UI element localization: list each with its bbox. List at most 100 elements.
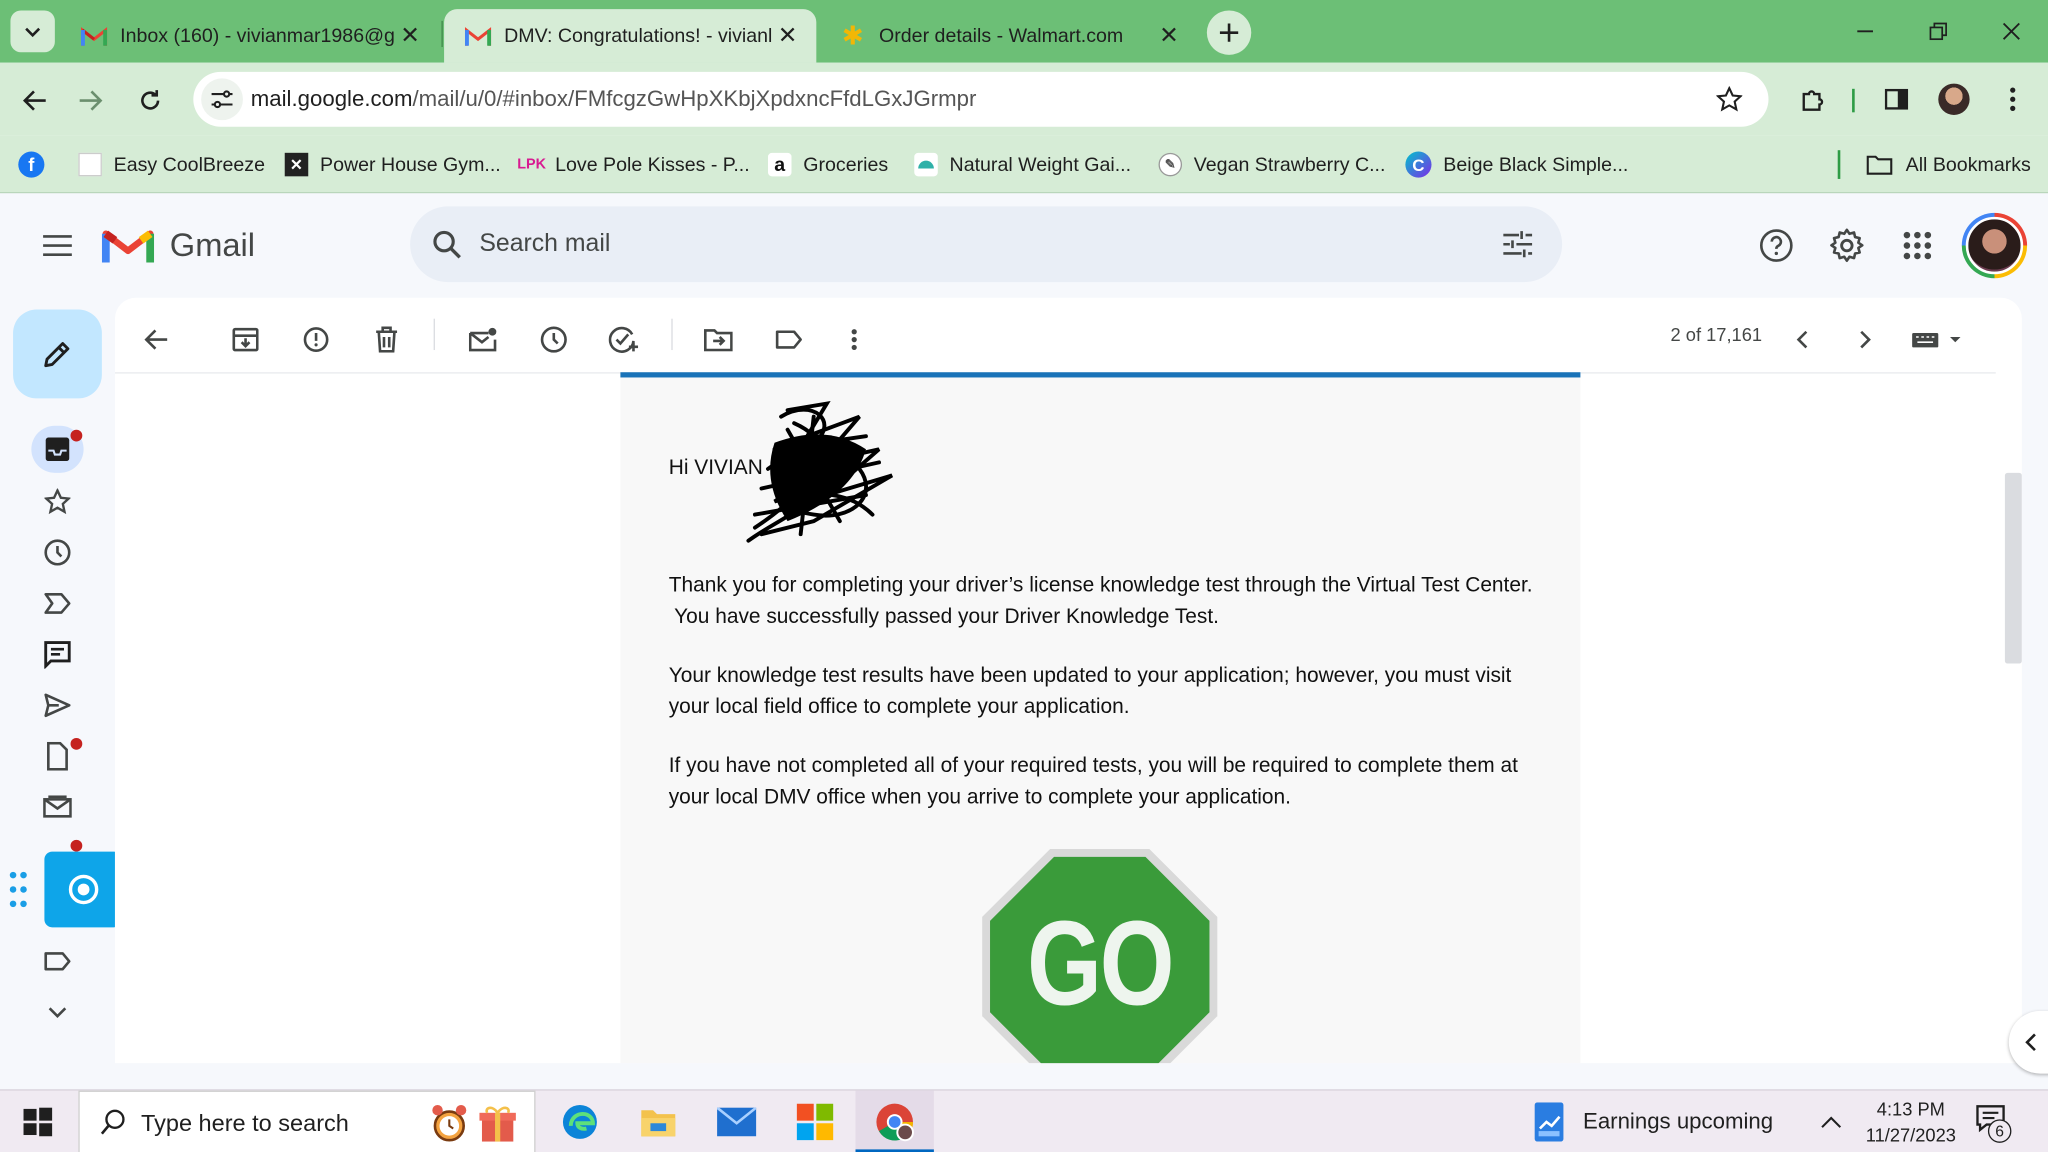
reload-icon (141, 90, 160, 110)
inbox-unread-dot (70, 429, 83, 442)
close-window-button[interactable] (1988, 13, 2035, 50)
floating-record-button[interactable] (44, 851, 122, 928)
tab-inbox[interactable]: Inbox (160) - vivianmar1986@g ✕ (60, 9, 439, 63)
bookmark-beige-black-simple[interactable]: C Beige Black Simple... (1405, 148, 1628, 182)
account-avatar[interactable] (1961, 212, 2028, 279)
search-input[interactable]: Search mail (479, 230, 610, 259)
url-text: mail.google.com/mail/u/0/#inbox/FMfcgzGw… (251, 86, 977, 112)
newer-button[interactable] (1779, 316, 1826, 363)
taskbar-edge[interactable] (555, 1098, 605, 1145)
bookmark-facebook[interactable]: f (18, 148, 56, 182)
clock-time: 4:13 PM (1876, 1098, 1945, 1120)
back-to-inbox-button[interactable] (133, 316, 180, 363)
chevron-down-icon (48, 1007, 67, 1019)
main-menu-button[interactable] (31, 219, 83, 271)
close-tab-icon[interactable]: ✕ (394, 20, 425, 51)
url-path: /mail/u/0/#inbox/FMfcgzGwHpXKbjXpdxncFfd… (412, 86, 977, 112)
chat-icon (44, 641, 71, 669)
browser-menu-button[interactable] (1996, 78, 2030, 120)
nav-sent[interactable] (31, 682, 83, 729)
news-widget[interactable]: Earnings upcoming (1531, 1098, 1792, 1145)
gmail-icon (80, 23, 108, 49)
nav-important[interactable] (31, 580, 83, 627)
taskbar-file-explorer[interactable] (633, 1098, 683, 1145)
show-hidden-icons-button[interactable] (1813, 1106, 1850, 1137)
bookmark-easy-coolbreeze[interactable]: Easy CoolBreeze (78, 148, 265, 182)
input-tools-button[interactable] (1904, 316, 1969, 363)
profile-avatar[interactable] (1938, 83, 1970, 115)
support-button[interactable] (1750, 219, 1802, 271)
bookmark-natural-weight-gain[interactable]: Natural Weight Gai... (914, 148, 1131, 182)
nav-more[interactable] (31, 989, 83, 1036)
tab-search-button[interactable] (10, 10, 55, 53)
google-apps-button[interactable] (1891, 219, 1943, 271)
extensions-button[interactable] (1792, 78, 1834, 120)
settings-button[interactable] (1821, 219, 1873, 271)
gmail-m-icon (101, 230, 155, 263)
bookmark-groceries[interactable]: a Groceries (767, 148, 888, 182)
notification-center-button[interactable]: 6 (1975, 1104, 2022, 1143)
labels-button[interactable] (765, 316, 812, 363)
nav-all-mail[interactable] (31, 784, 83, 831)
gym-icon: ✕ (284, 152, 309, 177)
page-icon (78, 152, 102, 177)
snooze-button[interactable] (530, 316, 577, 363)
more-options-button[interactable] (831, 316, 878, 363)
taskbar-mail[interactable] (712, 1098, 762, 1145)
restore-button[interactable] (1915, 13, 1962, 50)
close-tab-icon[interactable]: ✕ (1153, 20, 1184, 51)
tab-dmv-congratulations[interactable]: DMV: Congratulations! - vivianl ✕ (444, 9, 817, 63)
tab-walmart-order[interactable]: ✱ Order details - Walmart.com ✕ (819, 9, 1198, 63)
add-to-tasks-button[interactable] (601, 316, 648, 363)
bookmark-power-house-gym[interactable]: ✕ Power House Gym... (284, 148, 501, 182)
gmail-logo-text: Gmail (169, 226, 256, 264)
arrow-right-icon (79, 90, 103, 111)
taskbar-chrome[interactable] (855, 1090, 934, 1152)
clock[interactable]: 4:13 PM 11/27/2023 (1855, 1096, 1967, 1151)
side-panel-button[interactable] (1876, 78, 1918, 120)
taskbar-store[interactable] (790, 1098, 840, 1145)
bookmark-star-button[interactable] (1714, 84, 1745, 115)
all-bookmarks-button[interactable]: All Bookmarks (1865, 148, 2031, 182)
move-to-button[interactable] (695, 316, 742, 363)
taskbar-search[interactable]: Type here to search (78, 1090, 536, 1152)
search-options-button[interactable] (1499, 226, 1536, 263)
close-icon (2002, 22, 2020, 40)
minimize-button[interactable] (1842, 13, 1889, 50)
scrollbar-thumb[interactable] (2004, 472, 2022, 664)
nav-starred[interactable] (31, 478, 83, 525)
bookmark-vegan-strawberry[interactable]: ✎ Vegan Strawberry C... (1158, 148, 1385, 182)
start-button[interactable] (10, 1101, 65, 1143)
new-tab-button[interactable] (1206, 10, 1252, 55)
nav-label[interactable] (31, 938, 83, 985)
report-icon (303, 327, 329, 352)
mark-unread-button[interactable] (460, 316, 507, 363)
reload-button[interactable] (128, 78, 172, 122)
older-button[interactable] (1842, 316, 1889, 363)
nav-chat[interactable] (31, 631, 83, 678)
bookmark-love-pole-kisses[interactable]: LPK Love Pole Kisses - P... (517, 148, 749, 182)
gmail-logo[interactable]: Gmail (101, 222, 256, 269)
toolbar-divider (1852, 88, 1855, 113)
gift-icon (479, 1104, 516, 1143)
search-bar[interactable]: Search mail (410, 206, 1563, 283)
delete-button[interactable] (363, 316, 410, 363)
amazon-icon: a (767, 152, 792, 177)
close-tab-icon[interactable]: ✕ (772, 20, 803, 51)
facebook-icon: f (18, 151, 45, 178)
back-button[interactable] (13, 78, 57, 122)
label-icon (775, 330, 802, 349)
search-icon (100, 1109, 125, 1135)
forward-button[interactable] (68, 78, 112, 122)
address-bar[interactable]: mail.google.com/mail/u/0/#inbox/FMfcgzGw… (193, 71, 1769, 127)
nav-snoozed[interactable] (31, 529, 83, 576)
archive-button[interactable] (222, 316, 269, 363)
search-button[interactable] (428, 226, 465, 263)
compose-button[interactable] (13, 309, 102, 399)
tab-divider (441, 20, 443, 48)
site-info-button[interactable] (201, 78, 243, 121)
drag-handle-icon[interactable] (8, 870, 29, 909)
report-spam-button[interactable] (293, 316, 340, 363)
paragraph-3-line-1: If you have not completed all of your re… (668, 754, 1518, 778)
go-sign-image: GO (980, 846, 1220, 1064)
